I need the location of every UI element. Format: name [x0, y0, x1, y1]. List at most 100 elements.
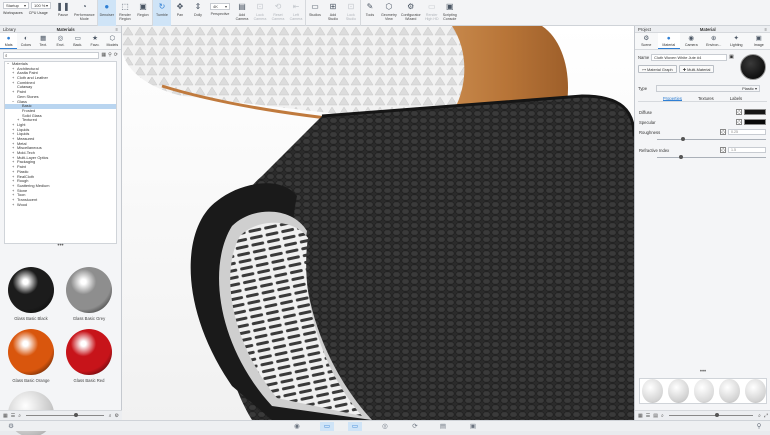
viewport-mode-icon[interactable]: ▭: [320, 422, 334, 431]
slider-knob[interactable]: [681, 137, 685, 141]
multi-material-button[interactable]: ✚ Multi-Material: [679, 65, 715, 73]
subtab-properties[interactable]: Properties: [663, 95, 682, 101]
tree-item[interactable]: +Wood: [5, 203, 116, 208]
tumble-button[interactable]: ↻Tumble: [153, 0, 171, 26]
expand-icon[interactable]: ⤢: [764, 413, 768, 419]
texture-icon[interactable]: [736, 119, 742, 125]
material-thumbnail[interactable]: Glass Basic Grey: [62, 265, 116, 325]
add-studio-button[interactable]: ⊞Add Studio: [324, 0, 342, 26]
material-thumbnail[interactable]: [719, 379, 740, 403]
thumbnail-size-slider[interactable]: [669, 415, 753, 416]
specular-color-swatch[interactable]: [744, 119, 766, 125]
list-view-icon[interactable]: ☰: [11, 413, 15, 419]
material-thumbnail[interactable]: [642, 379, 663, 403]
roughness-input[interactable]: 0.25: [728, 129, 766, 135]
add-camera-button[interactable]: ▤Add Camera: [233, 0, 251, 26]
perspective-button[interactable]: 4K▾ Perspective: [207, 0, 233, 26]
texture-icon[interactable]: [736, 109, 742, 115]
splitter-dots[interactable]: •••: [635, 370, 770, 376]
refresh-icon[interactable]: ⟳: [114, 52, 118, 58]
zoom-out-icon[interactable]: ⌕: [661, 413, 664, 419]
zoom-out-icon[interactable]: ⌕: [18, 413, 21, 419]
splitter-dots[interactable]: •••: [0, 244, 121, 250]
geometry-view-button[interactable]: ⬡Geometry View: [379, 0, 399, 26]
material-thumbnail[interactable]: [745, 379, 766, 403]
library-tab-colors[interactable]: ◐Colors: [17, 33, 34, 49]
save-icon[interactable]: ▣: [729, 54, 734, 60]
tools-button[interactable]: ✎Tools: [361, 0, 379, 26]
grid-view-icon[interactable]: ▦: [638, 413, 643, 419]
menu-icon[interactable]: ≡: [765, 27, 767, 32]
grid-view-icon[interactable]: ▦: [3, 413, 8, 419]
folder-icon[interactable]: ▤: [653, 413, 658, 419]
denoiser-button[interactable]: ●Denoiser: [98, 0, 116, 26]
project-tab-lighting[interactable]: ✦Lighting: [725, 33, 748, 49]
material-thumbnail[interactable]: Glass Basic Orange: [4, 327, 58, 387]
project-tab-scene[interactable]: ⚙Scene: [635, 33, 658, 49]
project-tab-material[interactable]: ●Material: [658, 33, 681, 49]
filter-icon[interactable]: ⚲: [752, 422, 766, 431]
library-tab-text[interactable]: ▦Text.: [35, 33, 52, 49]
library-tab-models[interactable]: ⬡Models: [104, 33, 121, 49]
scripting-console-button[interactable]: ▣Scripting Console: [441, 0, 459, 26]
slider-knob[interactable]: [74, 413, 78, 417]
diffuse-color-swatch[interactable]: [744, 109, 766, 115]
reset-camera-button[interactable]: ⟲Reset Camera: [269, 0, 287, 26]
library-tab-mats[interactable]: ●Mats: [0, 33, 17, 49]
render-viewport[interactable]: [122, 26, 634, 420]
cpu-usage-dropdown[interactable]: 100 %▾: [31, 2, 51, 9]
camera-view-icon[interactable]: ▭: [348, 422, 362, 431]
material-thumbnail[interactable]: Glass Basic Black: [4, 265, 58, 325]
material-thumbnail[interactable]: [668, 379, 689, 403]
left-camera-button[interactable]: ⇤Left Camera: [287, 0, 305, 26]
material-thumbnail[interactable]: [694, 379, 715, 403]
zoom-in-icon[interactable]: ⌕: [109, 413, 112, 419]
list-view-icon[interactable]: ▦: [101, 52, 106, 58]
subtab-labels[interactable]: Labels: [730, 95, 742, 101]
performance-mode-button[interactable]: ◔Performance Mode: [72, 0, 97, 26]
slider-knob[interactable]: [679, 155, 683, 159]
material-type-dropdown[interactable]: Plastic ▾: [656, 85, 760, 92]
lock-camera-button[interactable]: ⊡Lock Camera: [251, 0, 269, 26]
resolution-dropdown[interactable]: 4K▾: [210, 3, 230, 10]
library-search-input[interactable]: ⌕: [3, 52, 99, 59]
dolly-button[interactable]: ⇕Dolly: [189, 0, 207, 26]
turntable-icon[interactable]: ⟳: [408, 422, 422, 431]
roughness-slider[interactable]: [657, 137, 766, 142]
library-tab-back[interactable]: ▭Back.: [69, 33, 86, 49]
material-graph-button[interactable]: ⊶ Material Graph: [638, 65, 677, 73]
filter-icon[interactable]: ⚲: [108, 52, 112, 58]
library-tab-favo[interactable]: ★Favo.: [86, 33, 103, 49]
menu-icon[interactable]: ≡: [116, 27, 118, 32]
material-thumbnail[interactable]: Glass Basic Red: [62, 327, 116, 387]
configurator-wizard-button[interactable]: ⚙Configurator Wizard: [399, 0, 423, 26]
material-name-field[interactable]: Cloth Woven White Jute #4: [651, 54, 727, 61]
refractive-index-input[interactable]: 1.5: [728, 147, 766, 153]
render-region-button[interactable]: ⬚Render Region: [116, 0, 134, 26]
settings-icon[interactable]: ⚙: [115, 413, 119, 419]
studios-button[interactable]: ▭Studios: [306, 0, 324, 26]
list-view-icon[interactable]: ☰: [646, 413, 650, 419]
lock-studio-button[interactable]: ⊡Lock Studio: [342, 0, 360, 26]
project-tab-environ[interactable]: ⊕Environ...: [703, 33, 726, 49]
output-icon[interactable]: ▣: [466, 422, 480, 431]
workspace-dropdown[interactable]: Startup▾: [3, 2, 29, 9]
library-tab-envi[interactable]: ◎Envi.: [52, 33, 69, 49]
slider-knob[interactable]: [715, 413, 719, 417]
refractive-index-slider[interactable]: [657, 155, 766, 160]
subtab-textures[interactable]: Textures: [698, 95, 714, 101]
texture-icon[interactable]: [720, 147, 726, 153]
project-tab-camera[interactable]: ◉Camera: [680, 33, 703, 49]
settings-icon[interactable]: ⚙: [4, 422, 18, 431]
thumbnail-size-slider[interactable]: [26, 415, 104, 416]
pause-button[interactable]: ❚❚Pause: [54, 0, 72, 26]
screenshot-icon[interactable]: ◎: [378, 422, 392, 431]
zoom-in-icon[interactable]: ⌕: [758, 413, 761, 419]
render-hd-button[interactable]: ▭Render High HD: [423, 0, 441, 26]
region-button[interactable]: ▣Region: [134, 0, 152, 26]
pan-button[interactable]: ✥Pan: [171, 0, 189, 26]
render-mode-icon[interactable]: ◉: [290, 422, 304, 431]
texture-icon[interactable]: [720, 129, 726, 135]
project-tab-image[interactable]: ▣Image: [748, 33, 770, 49]
animation-icon[interactable]: ▤: [436, 422, 450, 431]
